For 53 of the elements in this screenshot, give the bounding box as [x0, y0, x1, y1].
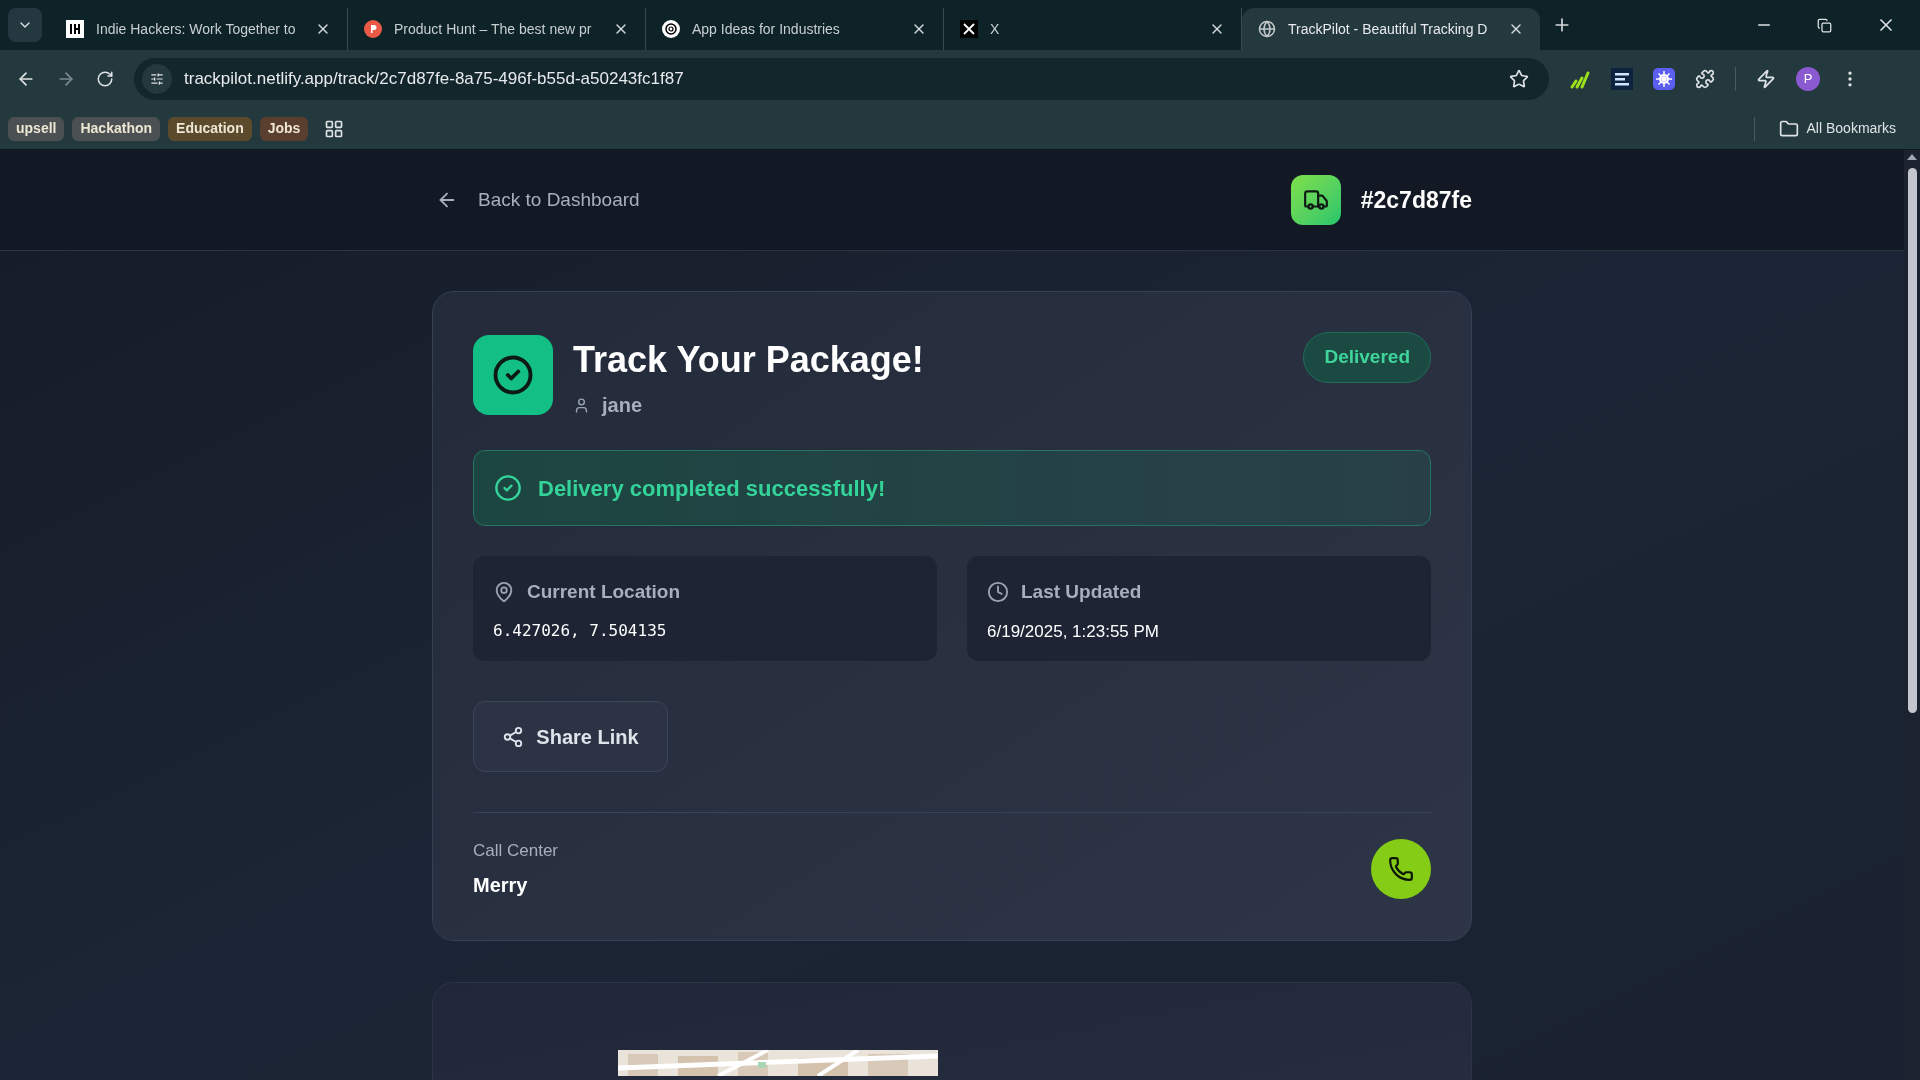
alert-message: Delivery completed successfully! — [538, 474, 886, 503]
performance-icon[interactable] — [1756, 69, 1776, 89]
bookmark-chip[interactable]: Hackathon — [72, 116, 161, 141]
info-value: 6/19/2025, 1:23:55 PM — [987, 620, 1161, 643]
snowflake-extension-icon[interactable] — [1653, 68, 1675, 90]
scrollbar[interactable] — [1904, 150, 1920, 1080]
call-center-label: Call Center — [473, 840, 559, 862]
logo-icon — [364, 20, 382, 38]
clock-icon — [987, 581, 1009, 604]
tracking-id: #2c7d87fe — [1360, 185, 1472, 215]
tab-title: Indie Hackers: Work Together to — [96, 19, 297, 39]
logo-icon — [662, 20, 680, 38]
tab-list-button[interactable] — [8, 8, 42, 42]
bookmark-chip[interactable]: Jobs — [259, 116, 309, 141]
bookmark-chip[interactable]: upsell — [8, 116, 65, 141]
browser-tab[interactable]: TrackPilot - Beautiful Tracking D — [1242, 8, 1540, 50]
tab-title: App Ideas for Industries — [692, 19, 841, 39]
location-pin-icon — [493, 581, 515, 604]
status-badge: Delivered — [1303, 332, 1431, 383]
restore-icon[interactable] — [1817, 17, 1832, 33]
card-title: Track Your Package! — [573, 338, 924, 382]
user-icon — [573, 396, 590, 414]
address-bar[interactable]: trackpilot.netlify.app/track/2c7d87fe-8a75-496f-b55d-a50243fc1f87 — [134, 58, 1549, 100]
profile-avatar[interactable]: P — [1796, 67, 1820, 91]
bookmark-chip[interactable]: Education — [168, 116, 252, 141]
reload-icon[interactable] — [96, 70, 114, 88]
info-label: Last Updated — [1021, 580, 1142, 604]
info-value: 6.427026, 7.504135 — [493, 619, 668, 642]
check-circle-icon — [494, 474, 522, 502]
call-center-name: Merry — [473, 872, 529, 898]
tab-title: X — [990, 19, 1001, 39]
logo-icon — [66, 20, 84, 38]
tune-icon — [150, 72, 164, 86]
apps-icon[interactable] — [324, 118, 345, 139]
all-bookmarks-button[interactable]: All Bookmarks — [1778, 118, 1912, 139]
globe-icon — [1258, 20, 1276, 38]
user-name: jane — [602, 393, 643, 418]
info-label: Current Location — [527, 580, 681, 604]
back-link[interactable]: Back to Dashboard — [432, 185, 640, 215]
list-extension-icon[interactable] — [1611, 68, 1633, 90]
tab-title: TrackPilot - Beautiful Tracking D — [1288, 19, 1489, 39]
extensions-icon[interactable] — [1695, 69, 1715, 89]
site-info-button[interactable] — [142, 64, 172, 94]
logo-icon — [960, 20, 978, 38]
tab-title: Product Hunt – The best new pr — [394, 19, 593, 39]
bookmark-star-icon[interactable] — [1509, 69, 1529, 89]
phone-icon — [1388, 855, 1414, 882]
check-circle-icon — [492, 354, 534, 396]
share-link-button[interactable]: Share Link — [473, 701, 668, 772]
url-text: trackpilot.netlify.app/track/2c7d87fe-8a75-496f-b55d-a50243fc1f87 — [184, 68, 685, 91]
folder-icon — [1778, 118, 1799, 139]
truck-icon — [1302, 187, 1329, 213]
share-icon — [502, 725, 525, 748]
